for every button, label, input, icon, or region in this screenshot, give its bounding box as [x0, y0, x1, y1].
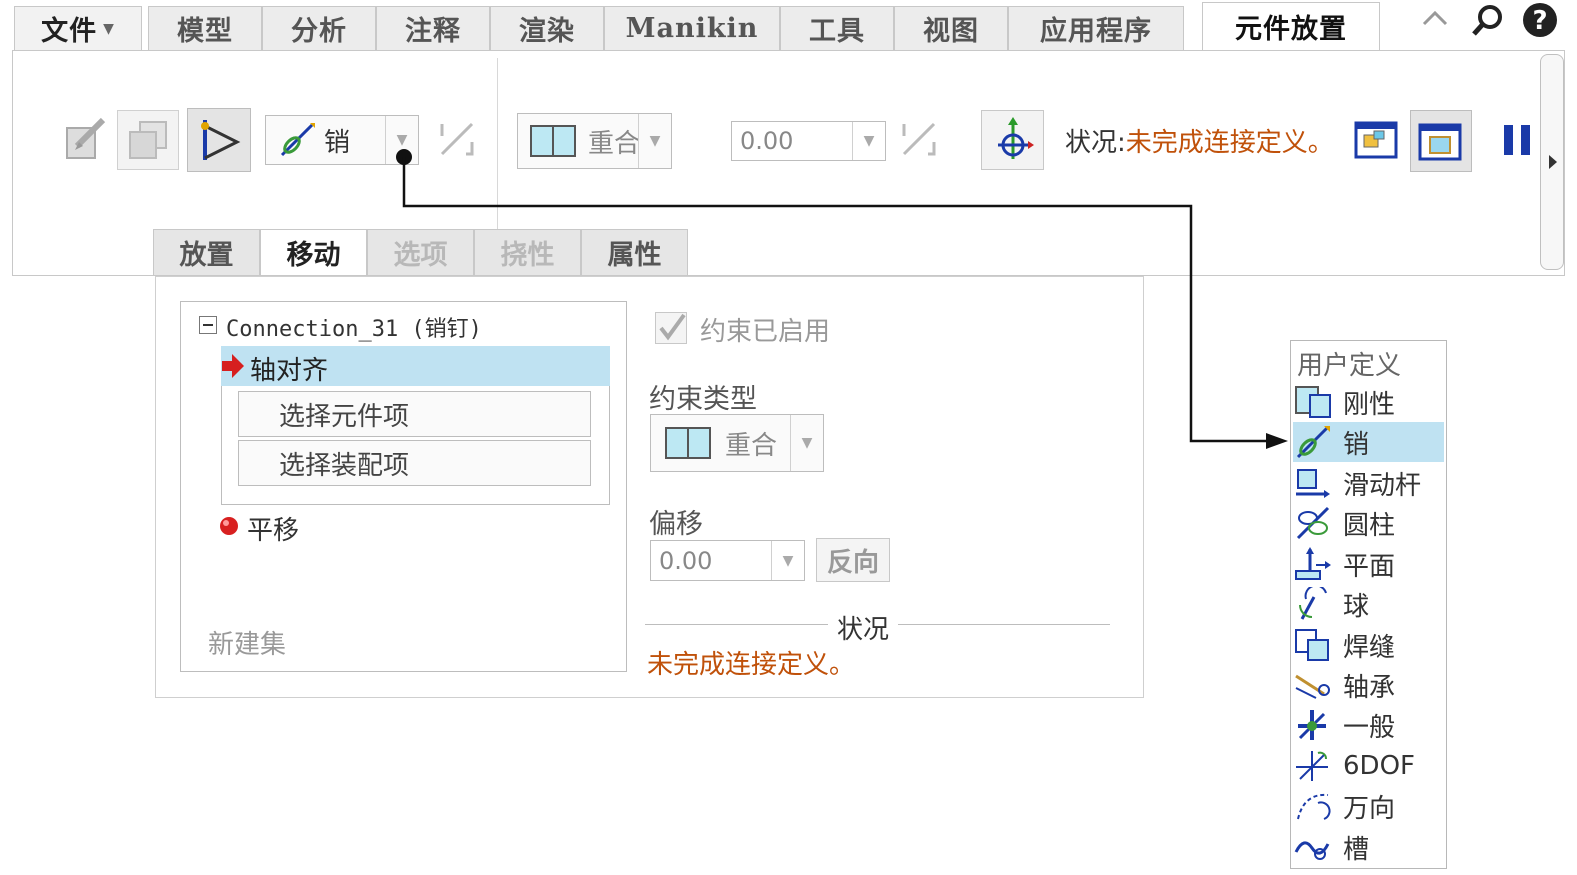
list-item-weld[interactable]: 焊缝: [1293, 625, 1444, 665]
list-item-gimbal[interactable]: 万向: [1293, 786, 1444, 826]
list-item-bearing[interactable]: 轴承: [1293, 665, 1444, 705]
list-item-label: 万向: [1343, 793, 1396, 824]
weld-icon: [1293, 628, 1333, 662]
list-item-cylinder[interactable]: 圆柱: [1293, 503, 1444, 543]
list-item-6dof[interactable]: 6DOF: [1293, 746, 1444, 786]
list-item-label: 刚性: [1343, 389, 1396, 420]
tab-component-placement[interactable]: 元件放置: [1202, 2, 1380, 50]
gimbal-icon: [1293, 789, 1333, 823]
list-item-slot[interactable]: 槽: [1293, 827, 1444, 867]
6dof-icon: [1293, 749, 1333, 783]
list-item-label: 圆柱: [1343, 510, 1396, 541]
planar-icon: [1293, 547, 1333, 581]
list-item-slider[interactable]: 滑动杆: [1293, 463, 1444, 503]
list-header: 用户定义: [1297, 351, 1402, 381]
slider-icon: [1293, 466, 1333, 500]
list-item-label: 6DOF: [1343, 751, 1415, 781]
cylinder-icon: [1293, 506, 1333, 540]
list-item-label: 槽: [1343, 834, 1370, 865]
list-item-rigid[interactable]: 刚性: [1293, 382, 1444, 422]
list-item-pin[interactable]: 销: [1293, 422, 1444, 462]
list-item-label: 轴承: [1343, 672, 1396, 703]
slot-icon: [1293, 830, 1333, 864]
list-item-general[interactable]: 一般: [1293, 705, 1444, 745]
list-item-label: 球: [1343, 591, 1370, 622]
pin-icon: [1293, 425, 1333, 459]
list-item-label: 销: [1343, 429, 1370, 460]
list-item-label: 焊缝: [1343, 632, 1396, 663]
ball-icon: [1293, 587, 1333, 621]
list-item-label: 平面: [1343, 551, 1396, 582]
bearing-icon: [1293, 668, 1333, 702]
general-icon: [1293, 708, 1333, 742]
rigid-icon: [1293, 385, 1333, 419]
list-item-label: 滑动杆: [1343, 470, 1422, 501]
list-item-label: 一般: [1343, 712, 1396, 743]
list-item-planar[interactable]: 平面: [1293, 544, 1444, 584]
list-item-ball[interactable]: 球: [1293, 584, 1444, 624]
